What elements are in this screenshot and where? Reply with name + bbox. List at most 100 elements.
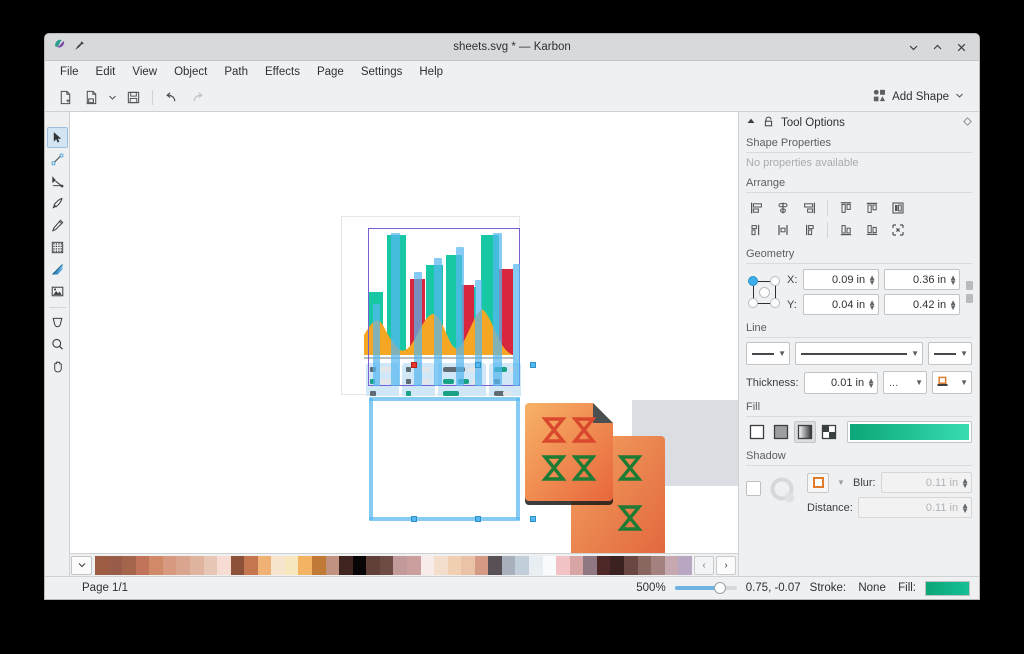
distribute-horizontal-center-icon[interactable] — [772, 220, 794, 240]
shadow-color-chevron-down-icon[interactable]: ▼ — [834, 473, 848, 493]
anchor-top-right[interactable] — [770, 276, 780, 286]
chevron-down-icon[interactable]: ▼ — [911, 349, 919, 358]
palette-swatch[interactable] — [502, 556, 516, 575]
palette-swatch[interactable] — [231, 556, 245, 575]
palette-swatch[interactable] — [678, 556, 692, 575]
pattern-tool-grid-pattern-icon[interactable] — [47, 237, 68, 258]
menu-object[interactable]: Object — [166, 63, 215, 81]
palette-swatch[interactable] — [393, 556, 407, 575]
anchor-point-selector[interactable] — [747, 275, 782, 310]
open-recent-chevron-down-icon[interactable] — [106, 86, 119, 108]
align-bottom-icon[interactable] — [835, 220, 857, 240]
fill-gradient-preview[interactable] — [847, 421, 972, 443]
group-icon[interactable] — [887, 198, 909, 218]
anchor-center[interactable] — [759, 287, 770, 298]
chevron-down-icon[interactable]: ▼ — [778, 349, 786, 358]
maximize-button[interactable] — [931, 41, 944, 54]
palette-swatch[interactable] — [217, 556, 231, 575]
align-left-icon[interactable] — [746, 198, 768, 218]
palette-swatch[interactable] — [583, 556, 597, 575]
palette-swatch[interactable] — [448, 556, 462, 575]
line-cap-dropdown[interactable]: ▼ — [746, 342, 790, 365]
palette-swatch[interactable] — [326, 556, 340, 575]
line-tool-line-icon[interactable] — [47, 149, 68, 170]
zoom-tool-magnifier-icon[interactable] — [47, 334, 68, 355]
lock-icon[interactable] — [763, 116, 774, 130]
palette-swatch[interactable] — [570, 556, 584, 575]
menu-view[interactable]: View — [124, 63, 165, 81]
thickness-input[interactable]: 0.01 in ▲▼ — [804, 372, 878, 394]
palette-swatch[interactable] — [407, 556, 421, 575]
line-end-dropdown[interactable]: ▼ — [932, 371, 972, 394]
crop-tool-crop-icon[interactable] — [47, 312, 68, 333]
palette-swatch-strip[interactable] — [95, 556, 692, 575]
add-shape-chevron-down-icon[interactable] — [955, 91, 964, 103]
palette-swatch[interactable] — [475, 556, 489, 575]
distribute-vertical-icon[interactable] — [861, 220, 883, 240]
palette-swatch[interactable] — [190, 556, 204, 575]
menu-help[interactable]: Help — [411, 63, 451, 81]
palette-swatch[interactable] — [529, 556, 543, 575]
collapse-triangle-icon[interactable] — [746, 116, 756, 129]
chevron-down-icon[interactable]: ▼ — [960, 349, 968, 358]
geometry-width-input[interactable]: 0.36 in ▲▼ — [884, 269, 960, 290]
shadow-blur-input[interactable]: 0.11 in ▲▼ — [881, 472, 972, 493]
selection-handle-top-right[interactable] — [530, 362, 536, 368]
pin-window-icon[interactable] — [74, 38, 85, 56]
pan-tool-hand-icon[interactable] — [47, 356, 68, 377]
palette-swatch[interactable] — [434, 556, 448, 575]
spinner-arrows-icon[interactable]: ▲▼ — [867, 378, 875, 388]
palette-swatch[interactable] — [638, 556, 652, 575]
palette-swatch[interactable] — [461, 556, 475, 575]
palette-swatch[interactable] — [366, 556, 380, 575]
fill-none-button[interactable] — [746, 421, 768, 443]
palette-next-button[interactable]: › — [716, 556, 736, 575]
close-button[interactable] — [955, 41, 968, 54]
spinner-arrows-icon[interactable]: ▲▼ — [961, 503, 969, 513]
pencil-tool-pencil-icon[interactable] — [47, 215, 68, 236]
palette-swatch[interactable] — [665, 556, 679, 575]
palette-swatch[interactable] — [149, 556, 163, 575]
palette-swatch[interactable] — [515, 556, 529, 575]
palette-swatch[interactable] — [204, 556, 218, 575]
menu-page[interactable]: Page — [309, 63, 352, 81]
menu-path[interactable]: Path — [216, 63, 256, 81]
palette-swatch[interactable] — [610, 556, 624, 575]
palette-swatch[interactable] — [258, 556, 272, 575]
calligraphy-tool-calligraphy-pen-icon[interactable] — [47, 193, 68, 214]
save-icon[interactable] — [122, 86, 145, 108]
open-file-icon[interactable] — [80, 86, 103, 108]
selection-handle-bottom-center[interactable] — [475, 516, 481, 522]
cards-artwork[interactable] — [523, 395, 668, 553]
anchor-bottom-left[interactable] — [748, 298, 758, 308]
geometry-height-input[interactable]: 0.42 in ▲▼ — [884, 294, 960, 315]
selection-origin-handle[interactable] — [411, 362, 417, 368]
zoom-slider[interactable] — [675, 582, 737, 594]
menu-settings[interactable]: Settings — [353, 63, 411, 81]
palette-prev-button[interactable]: ‹ — [694, 556, 714, 575]
chevron-down-icon[interactable]: ▼ — [960, 378, 968, 387]
anchor-bottom-right[interactable] — [770, 298, 780, 308]
chevron-down-icon[interactable]: ▼ — [915, 378, 923, 387]
image-tool-image-icon[interactable] — [47, 281, 68, 302]
shadow-angle-dial[interactable] — [767, 474, 801, 508]
spinner-arrows-icon[interactable]: ▲▼ — [868, 300, 876, 310]
spinner-arrows-icon[interactable]: ▲▼ — [868, 275, 876, 285]
fill-color-chip[interactable] — [925, 581, 970, 596]
palette-swatch[interactable] — [136, 556, 150, 575]
geometry-x-input[interactable]: 0.09 in ▲▼ — [803, 269, 879, 290]
palette-swatch[interactable] — [353, 556, 367, 575]
line-style-dropdown[interactable]: ▼ — [795, 342, 923, 365]
shadow-distance-input[interactable]: 0.11 in ▲▼ — [858, 497, 972, 518]
zoom-slider-handle[interactable] — [714, 582, 726, 594]
drawing-canvas[interactable] — [70, 112, 738, 553]
shadow-color-button[interactable] — [807, 473, 829, 493]
line-marker-dropdown[interactable]: ▼ — [928, 342, 972, 365]
palette-swatch[interactable] — [339, 556, 353, 575]
palette-swatch[interactable] — [95, 556, 109, 575]
palette-swatch[interactable] — [651, 556, 665, 575]
geometry-y-input[interactable]: 0.04 in ▲▼ — [803, 294, 879, 315]
shadow-enable-checkbox[interactable] — [746, 481, 761, 496]
distribute-left-icon[interactable] — [746, 220, 768, 240]
palette-swatch[interactable] — [109, 556, 123, 575]
